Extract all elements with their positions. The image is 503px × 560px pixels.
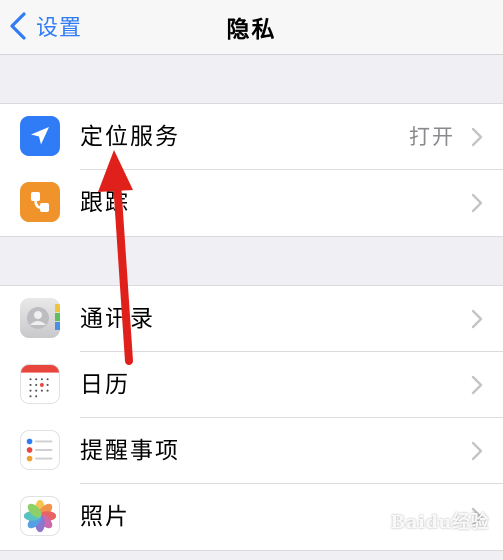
tracking-icon (20, 182, 60, 222)
row-label: 跟踪 (80, 190, 130, 216)
location-status-value: 打开 (409, 125, 455, 149)
row-contacts[interactable]: 通讯录 (0, 286, 503, 352)
row-label: 通讯录 (80, 306, 155, 332)
row-reminders[interactable]: 提醒事项 (0, 418, 503, 484)
navigation-bar: 设置 隐私 (0, 0, 503, 55)
row-tracking[interactable]: 跟踪 (0, 170, 503, 236)
chevron-right-icon (471, 193, 483, 213)
calendar-icon (20, 364, 60, 404)
chevron-right-icon (471, 309, 483, 329)
row-label: 照片 (80, 504, 130, 530)
row-label: 日历 (80, 372, 130, 398)
watermark: Baidu经验 (390, 512, 489, 533)
contacts-icon (20, 298, 60, 338)
row-label: 提醒事项 (80, 438, 180, 464)
chevron-right-icon (471, 375, 483, 395)
chevron-right-icon (471, 441, 483, 461)
chevron-right-icon (471, 127, 483, 147)
reminders-icon (20, 430, 60, 470)
settings-group-location: 定位服务 打开 跟踪 (0, 103, 503, 237)
row-calendar[interactable]: 日历 (0, 352, 503, 418)
row-label: 定位服务 (80, 124, 180, 150)
location-arrow-icon (20, 116, 60, 156)
page-title: 隐私 (226, 17, 277, 43)
row-location-services[interactable]: 定位服务 打开 (0, 104, 503, 170)
photos-icon (20, 496, 60, 536)
